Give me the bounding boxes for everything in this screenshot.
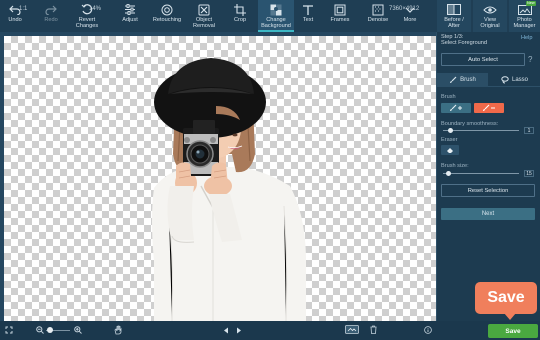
- eraser-button[interactable]: [441, 145, 459, 155]
- tab-lasso[interactable]: Lasso: [489, 73, 540, 87]
- change-background-icon: [269, 3, 283, 16]
- redo-button[interactable]: Redo: [38, 0, 64, 32]
- crop-label: Crop: [233, 17, 247, 23]
- auto-select-button[interactable]: Auto Select: [441, 53, 525, 66]
- retouching-button[interactable]: Retouching: [149, 0, 185, 32]
- undo-label: Undo: [8, 17, 22, 23]
- new-badge: New: [525, 1, 537, 6]
- info-icon[interactable]: [424, 326, 432, 334]
- frames-label: Frames: [330, 17, 350, 23]
- image-canvas[interactable]: [0, 32, 436, 321]
- boundary-smoothness-label: Boundary smoothness:: [441, 121, 499, 127]
- text-label: Text: [302, 17, 314, 23]
- step-title: Select Foreground: [441, 40, 488, 47]
- add-brush-button[interactable]: [441, 103, 471, 113]
- save-button[interactable]: Save: [488, 324, 538, 338]
- brush-plus-icon: [450, 104, 462, 111]
- crop-icon: [233, 3, 247, 16]
- image-dimensions: 7360×4912: [389, 6, 420, 12]
- frames-button[interactable]: Frames: [328, 0, 352, 32]
- actual-size-button[interactable]: 1:1: [19, 4, 27, 15]
- object-removal-button[interactable]: Object Removal: [189, 0, 219, 32]
- object-removal-label: Object Removal: [192, 17, 216, 29]
- brush-size-label: Brush size:: [441, 163, 469, 169]
- eye-icon: [483, 3, 497, 16]
- brush-icon: [450, 76, 457, 83]
- eraser-icon: [447, 148, 453, 153]
- save-callout: Save: [475, 282, 537, 314]
- text-icon: [301, 3, 315, 16]
- boundary-slider-thumb[interactable]: [448, 128, 453, 133]
- save-callout-pointer: [504, 313, 516, 320]
- denoise-icon: [371, 3, 385, 16]
- next-button[interactable]: Next: [441, 208, 535, 220]
- reset-selection-button[interactable]: Reset Selection: [441, 184, 535, 197]
- photo-manager-button[interactable]: New Photo Manager: [509, 0, 540, 32]
- next-image-icon[interactable]: [236, 327, 242, 334]
- change-background-button[interactable]: Change Background: [258, 0, 294, 32]
- brush-size-value[interactable]: 15: [524, 170, 534, 177]
- trash-icon[interactable]: [370, 325, 377, 334]
- eraser-section-label: Eraser: [441, 137, 458, 143]
- question-icon[interactable]: ?: [528, 55, 532, 64]
- remove-brush-button[interactable]: [474, 103, 504, 113]
- change-background-label: Change Background: [261, 17, 291, 29]
- zoom-slider-thumb[interactable]: [47, 327, 53, 333]
- brush-size-slider[interactable]: [443, 173, 519, 174]
- text-button[interactable]: Text: [298, 0, 318, 32]
- adjust-button[interactable]: Adjust: [116, 0, 144, 32]
- boundary-smoothness-slider[interactable]: [443, 130, 519, 131]
- previous-image-icon[interactable]: [223, 327, 229, 334]
- crop-button[interactable]: Crop: [228, 0, 252, 32]
- boundary-value[interactable]: 1: [524, 127, 534, 134]
- hand-tool-icon[interactable]: [114, 325, 122, 335]
- brush-section-label: Brush: [441, 94, 456, 100]
- selection-tabs: Brush Lasso: [437, 73, 540, 87]
- zoom-level: 14%: [89, 6, 102, 12]
- retouching-icon: [160, 3, 174, 16]
- revert-label: Revert Changes: [75, 17, 99, 29]
- view-original-label: View Original: [480, 17, 500, 29]
- frames-icon: [333, 3, 347, 16]
- adjust-label: Adjust: [122, 17, 138, 23]
- before-after-button[interactable]: Before / After: [437, 0, 471, 32]
- top-toolbar: Undo Redo Revert Changes Adjust Retouchi…: [0, 0, 540, 32]
- foreground-photo[interactable]: [4, 36, 436, 321]
- redo-label: Redo: [44, 17, 58, 23]
- more-label: More: [403, 17, 417, 23]
- fit-screen-icon[interactable]: [5, 326, 13, 334]
- help-link[interactable]: Help: [521, 35, 533, 41]
- retouching-label: Retouching: [152, 17, 182, 23]
- before-after-label: Before / After: [444, 17, 464, 29]
- denoise-label: Denoise: [367, 17, 389, 23]
- tab-brush[interactable]: Brush: [437, 73, 488, 87]
- before-after-icon: [447, 3, 461, 16]
- brush-size-slider-thumb[interactable]: [446, 171, 451, 176]
- brush-minus-icon: [483, 104, 495, 111]
- tab-lasso-label: Lasso: [511, 77, 528, 83]
- object-removal-icon: [197, 3, 211, 16]
- denoise-button[interactable]: Denoise: [364, 0, 392, 32]
- photo-manager-icon: New: [517, 1, 537, 16]
- sliders-icon: [123, 3, 137, 16]
- lasso-icon: [501, 76, 509, 84]
- image-info-icon[interactable]: [345, 325, 359, 334]
- step-indicator: Step 1/3: Select Foreground: [441, 34, 487, 47]
- zoom-out-icon[interactable]: [36, 326, 44, 334]
- zoom-in-icon[interactable]: [74, 326, 82, 334]
- redo-icon: [44, 3, 58, 16]
- view-original-button[interactable]: View Original: [473, 0, 507, 32]
- tab-brush-label: Brush: [460, 77, 476, 83]
- photo-manager-label: Photo Manager: [513, 17, 536, 29]
- transparency-grid: [4, 36, 436, 321]
